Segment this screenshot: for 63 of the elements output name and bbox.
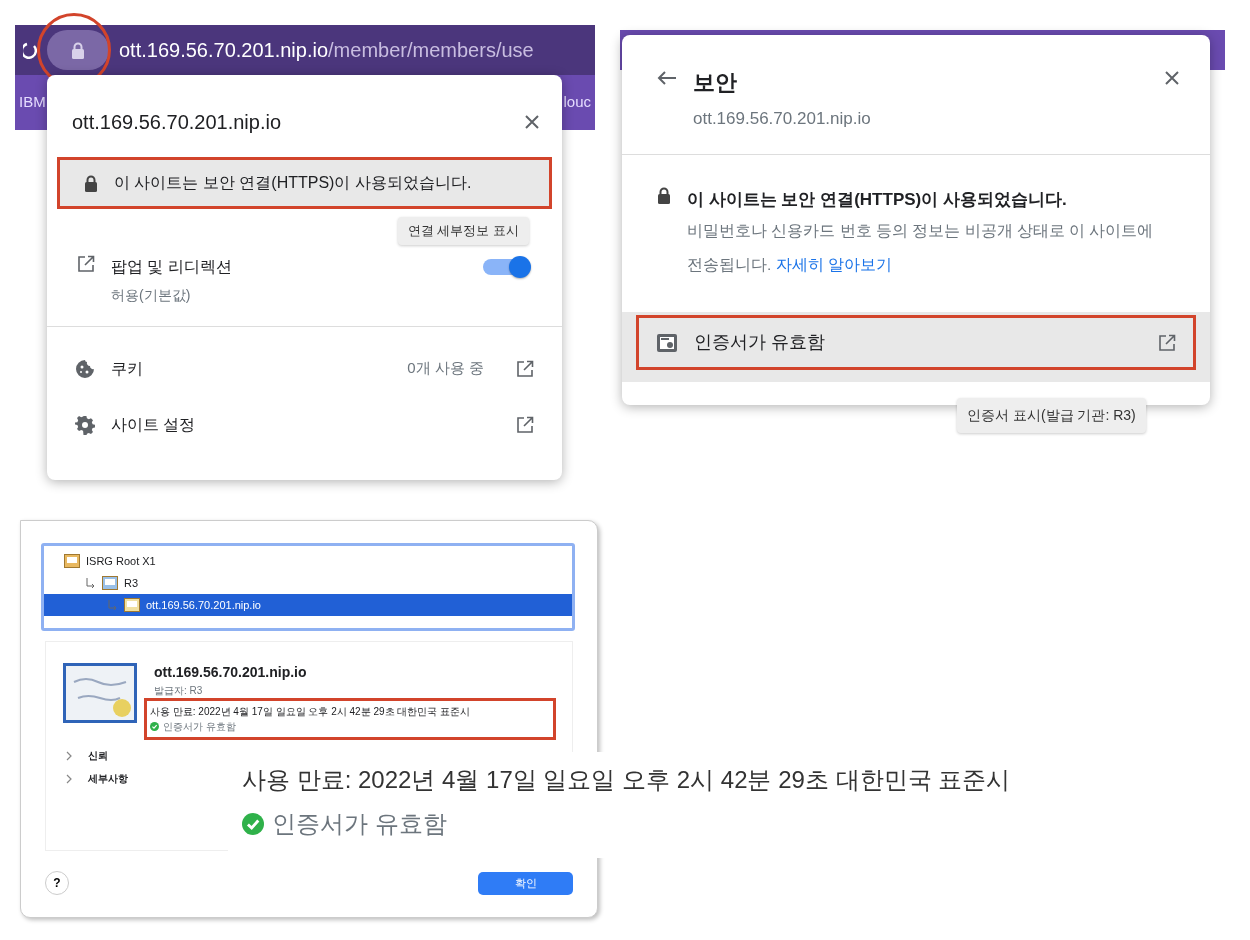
- popup-icon[interactable]: [77, 254, 95, 273]
- connection-text: 이 사이트는 보안 연결(HTTPS)이 사용되었습니다.: [114, 173, 472, 193]
- permission-value: 허용(기본값): [111, 285, 192, 305]
- callout-expiry-text: 사용 만료: 2022년 4월 17일 일요일 오후 2시 42분 29초 대한민국 표준시: [242, 765, 1012, 795]
- lock-icon: [657, 186, 671, 204]
- certificate-label: 인증서가 유효함: [694, 331, 826, 354]
- certificate-icon: [64, 554, 80, 568]
- connection-row[interactable]: 이 사이트는 보안 연결(HTTPS)이 사용되었습니다.: [57, 157, 552, 209]
- tree-branch-icon: [108, 600, 118, 610]
- close-icon[interactable]: [524, 114, 540, 130]
- check-icon: [242, 813, 264, 835]
- valid-status: 인증서가 유효함: [163, 720, 236, 734]
- toggle-switch[interactable]: [483, 258, 529, 275]
- tree-item[interactable]: R3: [44, 572, 572, 594]
- external-link-icon[interactable]: [516, 415, 534, 434]
- row-value: 0개 사용 중: [407, 358, 484, 379]
- popup-title: ott.169.56.70.201.nip.io: [72, 110, 282, 135]
- tree-label: R3: [124, 575, 139, 591]
- row-label: 쿠키: [111, 358, 144, 379]
- check-icon: [150, 722, 159, 731]
- back-arrow-icon[interactable]: [657, 70, 677, 86]
- chevron-right-icon[interactable]: [66, 773, 72, 784]
- certificate-icon: [124, 598, 140, 612]
- lock-icon: [84, 174, 98, 192]
- row-label: 사이트 설정: [111, 414, 197, 435]
- help-button[interactable]: ?: [45, 871, 69, 895]
- bookmark-text[interactable]: IBM: [19, 91, 46, 114]
- ok-button[interactable]: 확인: [478, 871, 573, 895]
- expiry-text: 사용 만료: 2022년 4월 17일 일요일 오후 2시 42분 29초 대한민국 표준시: [150, 705, 472, 719]
- disclosure-row[interactable]: 세부사항: [62, 771, 128, 786]
- tree-branch-icon: [86, 578, 96, 588]
- tooltip: 인증서 표시(발급 기관: R3): [957, 398, 1146, 433]
- learn-more-link[interactable]: 자세히 알아보기: [775, 256, 892, 273]
- settings-icon: [75, 414, 95, 435]
- lock-icon: [71, 41, 85, 59]
- tree-label: ott.169.56.70.201.nip.io: [146, 597, 261, 613]
- security-heading: 이 사이트는 보안 연결(HTTPS)이 사용되었습니다.: [687, 188, 1068, 211]
- external-link-icon[interactable]: [1158, 333, 1176, 352]
- settings-row[interactable]: 쿠키 0개 사용 중: [47, 340, 562, 397]
- external-link-icon[interactable]: [516, 359, 534, 378]
- tooltip: 연결 세부정보 표시: [397, 217, 529, 245]
- url-host[interactable]: ott.169.56.70.201.nip.io: [119, 35, 329, 65]
- settings-row[interactable]: 사이트 설정: [47, 396, 562, 453]
- cookie-icon: [75, 358, 95, 379]
- disclosure-row[interactable]: 신뢰: [62, 748, 108, 763]
- bookmark-text[interactable]: louc: [563, 91, 591, 114]
- certificate-icon: [102, 576, 118, 590]
- certificate-name: ott.169.56.70.201.nip.io: [154, 663, 308, 682]
- reload-icon[interactable]: [23, 41, 37, 59]
- url-path[interactable]: /member/members/use: [328, 35, 534, 65]
- panel-title: 보안: [693, 70, 738, 96]
- tree-label: ISRG Root X1: [86, 553, 156, 569]
- tree-item[interactable]: ott.169.56.70.201.nip.io: [44, 594, 572, 616]
- certificate-icon: [656, 332, 678, 353]
- chevron-right-icon[interactable]: [66, 750, 72, 761]
- lock-button[interactable]: [47, 30, 109, 70]
- tree-item[interactable]: ISRG Root X1: [44, 550, 572, 572]
- close-icon[interactable]: [1164, 70, 1180, 86]
- callout-status: 인증서가 유효함: [272, 809, 447, 839]
- permission-label: 팝업 및 리디렉션: [111, 256, 233, 277]
- panel-host: ott.169.56.70.201.nip.io: [693, 108, 872, 130]
- issuer-text: 발급자: R3: [154, 684, 204, 698]
- security-description: 비밀번호나 신용카드 번호 등의 정보는 비공개 상태로 이 사이트에 전송됩니다. 자세히 알아보기: [687, 221, 1155, 275]
